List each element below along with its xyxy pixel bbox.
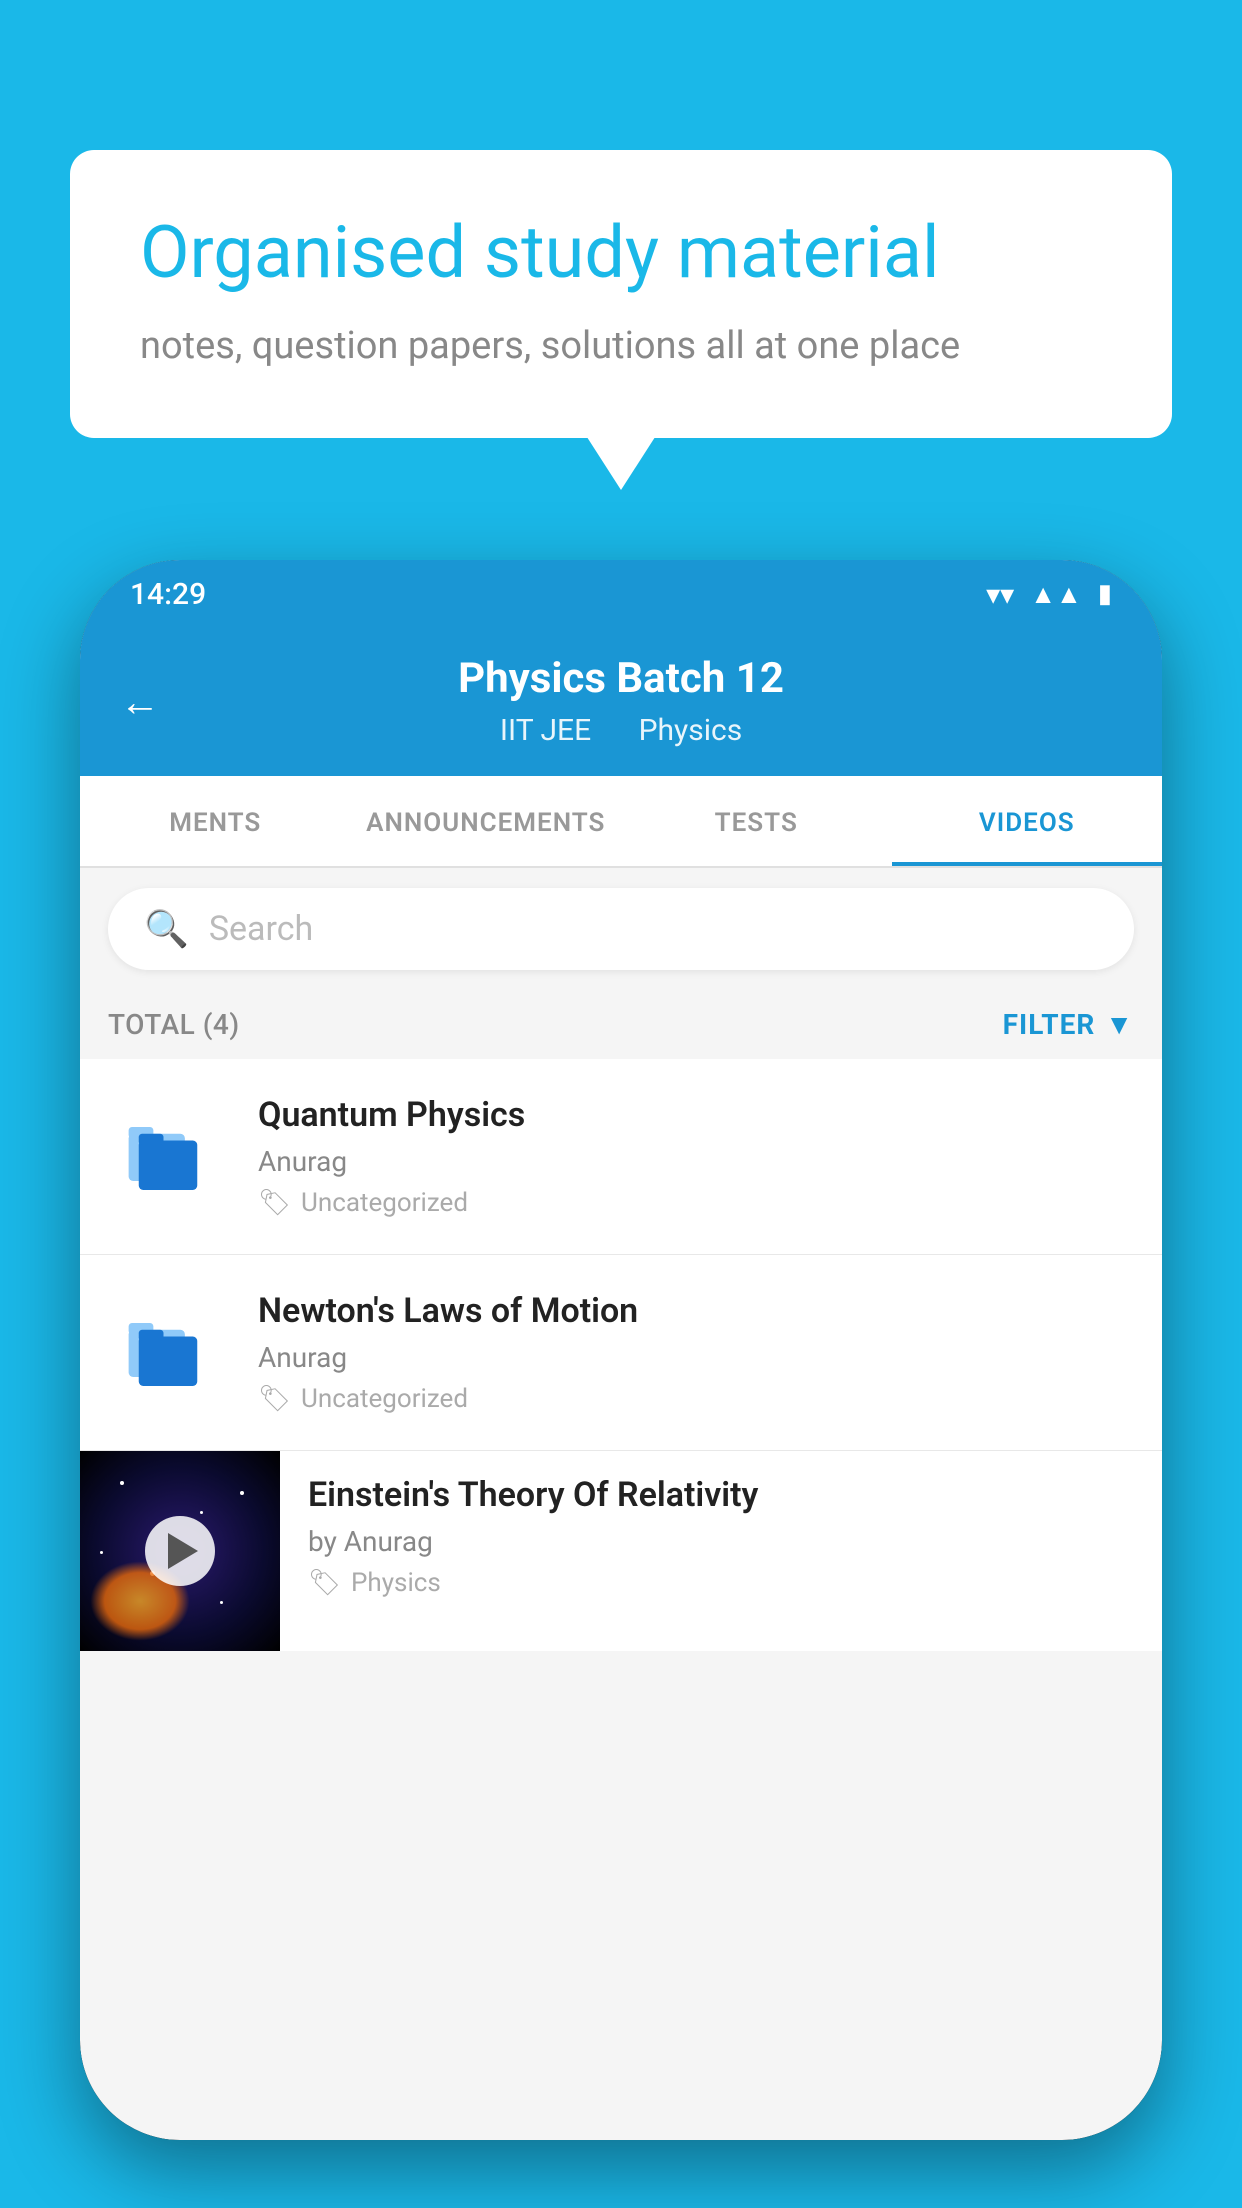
video-tag: 🏷 Uncategorized — [258, 1384, 1134, 1414]
play-triangle-icon — [168, 1533, 198, 1569]
video-author: Anurag — [258, 1341, 1134, 1374]
tag-icon: 🏷 — [258, 1188, 291, 1218]
filter-label: FILTER — [1003, 1008, 1096, 1041]
search-container: 🔍 Search — [80, 868, 1162, 990]
list-item[interactable]: Newton's Laws of Motion Anurag 🏷 Uncateg… — [80, 1255, 1162, 1451]
tab-ments[interactable]: MENTS — [80, 776, 351, 866]
battery-icon: ▮ — [1098, 579, 1112, 609]
video-info: Newton's Laws of Motion Anurag 🏷 Uncateg… — [258, 1291, 1134, 1414]
list-item[interactable]: Quantum Physics Anurag 🏷 Uncategorized — [80, 1059, 1162, 1255]
filter-bar: TOTAL (4) FILTER ▼ — [80, 990, 1162, 1059]
video-info: Einstein's Theory Of Relativity by Anura… — [280, 1451, 1162, 1622]
signal-icon: ▲▲ — [1030, 579, 1081, 610]
video-info: Quantum Physics Anurag 🏷 Uncategorized — [258, 1095, 1134, 1218]
status-time: 14:29 — [130, 577, 206, 612]
bubble-subtitle: notes, question papers, solutions all at… — [140, 324, 1102, 368]
video-tag: 🏷 Physics — [308, 1568, 1134, 1598]
search-placeholder: Search — [209, 909, 313, 949]
video-tag: 🏷 Uncategorized — [258, 1188, 1134, 1218]
video-list: Quantum Physics Anurag 🏷 Uncategorized — [80, 1059, 1162, 1651]
play-button[interactable] — [145, 1516, 215, 1586]
file-icon-container — [108, 1292, 228, 1412]
total-count: TOTAL (4) — [108, 1008, 240, 1041]
video-author: by Anurag — [308, 1525, 1134, 1558]
header-physics: Physics — [639, 713, 743, 748]
speech-bubble: Organised study material notes, question… — [70, 150, 1172, 438]
phone-screen: 14:29 ▾▾ ▲▲ ▮ ← Physics Batch 12 IIT JEE… — [80, 560, 1162, 2140]
header-iitjee: IIT JEE — [500, 713, 591, 748]
phone-frame: 14:29 ▾▾ ▲▲ ▮ ← Physics Batch 12 IIT JEE… — [80, 560, 1162, 2140]
speech-bubble-container: Organised study material notes, question… — [70, 150, 1172, 438]
tag-label: Uncategorized — [301, 1384, 468, 1414]
file-icon-container — [108, 1096, 228, 1216]
header-subtitle: IIT JEE Physics — [120, 713, 1122, 748]
back-button[interactable]: ← — [120, 678, 160, 725]
header-title: Physics Batch 12 — [120, 652, 1122, 707]
video-title: Quantum Physics — [258, 1095, 1134, 1135]
tab-announcements[interactable]: ANNOUNCEMENTS — [351, 776, 622, 866]
tab-tests[interactable]: TESTS — [621, 776, 892, 866]
status-icons: ▾▾ ▲▲ ▮ — [986, 578, 1112, 611]
search-icon: 🔍 — [144, 908, 189, 950]
video-author: Anurag — [258, 1145, 1134, 1178]
folder-icon — [123, 1305, 213, 1399]
tag-label: Physics — [351, 1568, 441, 1598]
tabs: MENTS ANNOUNCEMENTS TESTS VIDEOS — [80, 776, 1162, 868]
filter-funnel-icon: ▼ — [1105, 1008, 1134, 1041]
app-header: ← Physics Batch 12 IIT JEE Physics — [80, 628, 1162, 776]
tag-icon: 🏷 — [308, 1568, 341, 1598]
status-bar: 14:29 ▾▾ ▲▲ ▮ — [80, 560, 1162, 628]
tab-videos[interactable]: VIDEOS — [892, 776, 1163, 866]
video-title: Newton's Laws of Motion — [258, 1291, 1134, 1331]
wifi-icon: ▾▾ — [986, 578, 1014, 611]
video-thumbnail — [80, 1451, 280, 1651]
bubble-title: Organised study material — [140, 210, 1102, 296]
tag-label: Uncategorized — [301, 1188, 468, 1218]
video-title: Einstein's Theory Of Relativity — [308, 1475, 1134, 1515]
search-input-wrapper[interactable]: 🔍 Search — [108, 888, 1134, 970]
list-item[interactable]: Einstein's Theory Of Relativity by Anura… — [80, 1451, 1162, 1651]
folder-icon — [123, 1109, 213, 1203]
tag-icon: 🏷 — [258, 1384, 291, 1414]
filter-button[interactable]: FILTER ▼ — [1003, 1008, 1134, 1041]
